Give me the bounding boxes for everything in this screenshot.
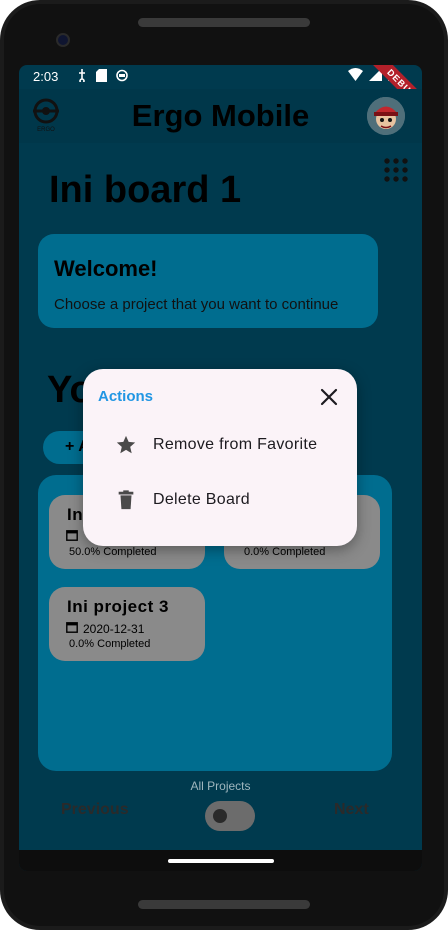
- system-nav-bar: [19, 850, 422, 871]
- actions-dialog: Actions Remove from Favorite Delete Boar…: [83, 369, 357, 546]
- sd-card-icon: [96, 69, 107, 82]
- app-bar: ERGO Ergo Mobile: [19, 89, 422, 143]
- top-speaker: [138, 18, 310, 27]
- status-bar: 2:03: [19, 65, 422, 89]
- welcome-subtitle: Choose a project that you want to contin…: [54, 296, 339, 313]
- project-completion: 50.0% Completed: [69, 546, 157, 558]
- all-projects-toggle[interactable]: [205, 801, 255, 831]
- avatar-icon: [367, 97, 405, 135]
- front-camera: [56, 33, 70, 47]
- project-card[interactable]: Ini project 3 2020-12-31 0.0% Completed: [49, 587, 205, 661]
- bottom-speaker: [138, 900, 310, 909]
- app-title: Ergo Mobile: [131, 98, 310, 133]
- previous-button[interactable]: Previous: [61, 801, 129, 819]
- calendar-icon: [66, 622, 78, 633]
- project-name: In: [67, 505, 84, 524]
- project-completion: 0.0% Completed: [69, 638, 151, 650]
- welcome-title: Welcome!: [54, 256, 158, 281]
- toggle-knob: [213, 809, 227, 823]
- star-icon: [116, 435, 136, 454]
- usb-icon: [79, 69, 85, 82]
- delete-board-action[interactable]: Delete Board: [83, 479, 357, 521]
- project-name: Ini project 3: [67, 597, 169, 616]
- close-icon[interactable]: [319, 387, 339, 407]
- calendar-icon: [66, 530, 78, 541]
- delete-board-label: Delete Board: [153, 491, 250, 508]
- remove-favorite-label: Remove from Favorite: [153, 436, 318, 453]
- remove-favorite-action[interactable]: Remove from Favorite: [83, 424, 357, 466]
- welcome-card: Welcome! Choose a project that you want …: [38, 234, 378, 328]
- status-time: 2:03: [33, 69, 59, 84]
- phone-frame: 2:03 DEBUG ERGO Ergo Mobile Ini board 1 …: [0, 0, 448, 930]
- user-avatar[interactable]: [367, 97, 405, 135]
- board-title: Ini board 1: [49, 169, 242, 211]
- dialog-title: Actions: [98, 388, 154, 405]
- next-button[interactable]: Next: [334, 801, 369, 819]
- sync-icon: [116, 69, 128, 82]
- grid-menu-icon[interactable]: [383, 157, 409, 183]
- wifi-icon: [348, 68, 363, 81]
- project-date: 2020-12-31: [83, 622, 145, 636]
- trash-icon: [118, 490, 134, 510]
- all-projects-label: All Projects: [190, 779, 251, 793]
- home-indicator[interactable]: [168, 859, 274, 863]
- project-completion: 0.0% Completed: [244, 546, 326, 558]
- status-notification-icons: [77, 69, 128, 82]
